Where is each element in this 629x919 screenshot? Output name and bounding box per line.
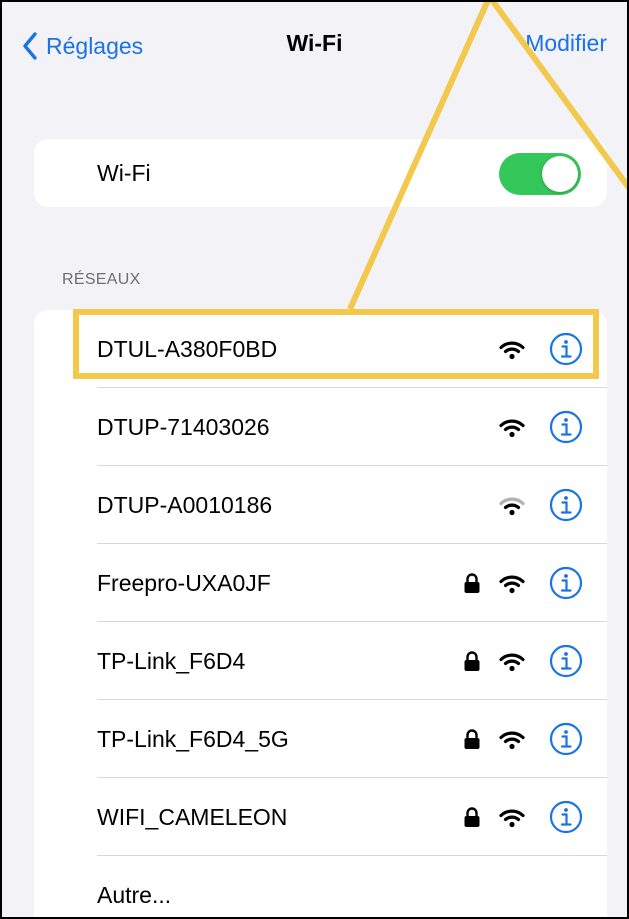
network-name: DTUL-A380F0BD (97, 336, 278, 362)
network-row[interactable]: DTUL-A380F0BD (34, 310, 607, 388)
networks-section-header: RÉSEAUX (62, 271, 141, 288)
network-name: TP-Link_F6D4 (97, 648, 246, 674)
info-icon[interactable] (549, 800, 583, 834)
info-icon[interactable] (549, 722, 583, 756)
other-network-label: Autre... (97, 882, 172, 908)
network-name: DTUP-71403026 (97, 414, 270, 440)
wifi-signal-icon (499, 808, 525, 828)
info-icon[interactable] (549, 644, 583, 678)
wifi-toggle-card: Wi-Fi (34, 139, 607, 207)
network-row[interactable]: DTUP-A0010186 (34, 466, 607, 544)
info-icon[interactable] (549, 566, 583, 600)
network-name: Freepro-UXA0JF (97, 570, 271, 596)
wifi-signal-icon (499, 730, 525, 750)
navigation-bar: Réglages Wi-Fi Modifier (0, 0, 629, 90)
info-icon[interactable] (549, 410, 583, 444)
lock-icon (463, 573, 481, 594)
networks-list: DTUL-A380F0BD DTUP-71403026 DTUP-A0010186 F… (34, 310, 607, 919)
lock-icon (463, 807, 481, 828)
wifi-toggle-switch[interactable] (499, 153, 581, 195)
network-row[interactable]: TP-Link_F6D4_5G (34, 700, 607, 778)
info-icon[interactable] (549, 488, 583, 522)
network-row[interactable]: WIFI_CAMELEON (34, 778, 607, 856)
wifi-toggle-label: Wi-Fi (97, 160, 151, 186)
wifi-signal-icon (499, 418, 525, 438)
network-name: TP-Link_F6D4_5G (97, 726, 289, 752)
lock-icon (463, 651, 481, 672)
other-network-row[interactable]: Autre... (34, 856, 607, 919)
wifi-signal-icon (499, 574, 525, 594)
lock-icon (463, 729, 481, 750)
network-name: WIFI_CAMELEON (97, 804, 288, 830)
wifi-signal-icon (499, 340, 525, 360)
toggle-knob (542, 156, 578, 192)
info-icon[interactable] (549, 332, 583, 366)
wifi-signal-icon (499, 496, 525, 516)
edit-button[interactable]: Modifier (525, 30, 607, 57)
network-name: DTUP-A0010186 (97, 492, 273, 518)
network-row[interactable]: Freepro-UXA0JF (34, 544, 607, 622)
wifi-signal-icon (499, 652, 525, 672)
network-row[interactable]: TP-Link_F6D4 (34, 622, 607, 700)
network-row[interactable]: DTUP-71403026 (34, 388, 607, 466)
